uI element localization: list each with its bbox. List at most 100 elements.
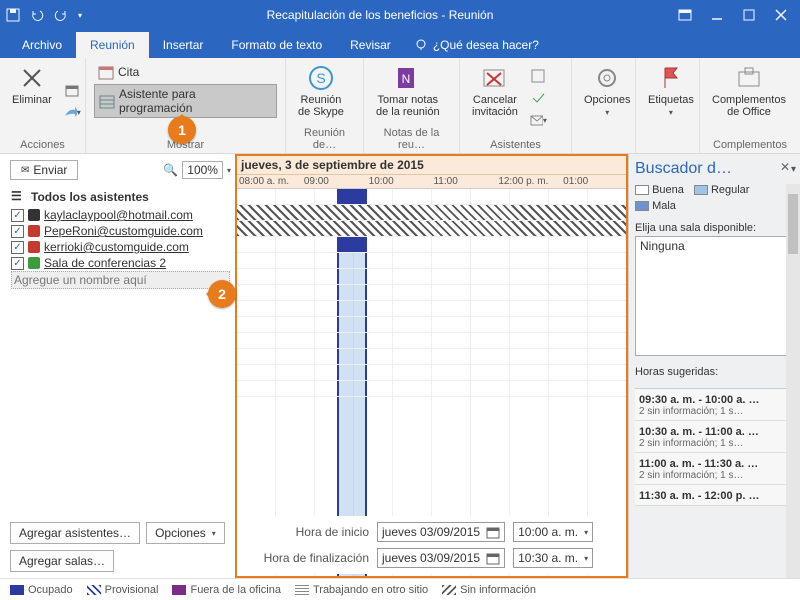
delete-button[interactable]: Eliminar [8,62,56,108]
tell-me[interactable]: ¿Qué desea hacer? [405,32,549,58]
presence-icon [28,209,40,221]
zoom-value[interactable]: 100% [182,161,223,179]
close-panel-icon[interactable]: ✕ [780,160,794,174]
schedule-date-header: jueves, 3 de septiembre de 2015 [237,156,626,175]
addins-icon [735,64,763,92]
redo-icon[interactable] [54,8,68,22]
svg-text:N: N [401,72,410,86]
checkbox-icon[interactable]: ✓ [11,257,24,270]
checkbox-icon[interactable]: ✓ [11,241,24,254]
attendee-panel: ✉ Enviar 🔍 100% ▾ ☰ Todos los asistentes… [0,154,235,578]
attendee-row[interactable]: ✓ PepeRoni@customguide.com [11,223,230,239]
calendar-icon [98,64,114,80]
time-selector-area: Hora de inicio jueves 03/09/2015 10:00 a… [245,516,622,574]
tab-reunion[interactable]: Reunión [76,32,149,58]
room-list[interactable]: Ninguna [635,236,796,356]
options-button[interactable]: Opciones▾ [580,62,634,119]
scheduling-icon [99,93,115,109]
schedule-grid: jueves, 3 de septiembre de 2015 08:00 a.… [235,154,628,578]
svg-text:S: S [316,70,325,86]
end-time-input[interactable]: 10:30 a. m.▾ [513,548,593,568]
suggested-times-label: Horas sugeridas: [635,364,796,380]
end-date-input[interactable]: jueves 03/09/2015 [377,548,505,568]
undo-icon[interactable] [30,8,44,22]
onenote-icon: N [394,64,422,92]
suggested-time[interactable]: 10:30 a. m. - 11:00 a. …2 sin informació… [635,421,796,453]
choose-room-label: Elija una sala disponible: [635,220,796,236]
window-title: Recapitulación de los beneficios - Reuni… [82,8,678,22]
skype-icon: S [307,64,335,92]
flag-icon [657,64,685,92]
start-date-input[interactable]: jueves 03/09/2015 [377,522,505,542]
ribbon: Eliminar ▾ Acciones Cita Asistente para … [0,58,800,154]
room-finder-panel: ✕ Buscador d…▾ Buena Regular Mala Elija … [628,154,800,578]
checkbox-icon[interactable]: ✓ [11,209,24,222]
presence-icon [28,225,40,237]
save-icon[interactable] [6,8,20,22]
close-icon[interactable] [774,8,788,22]
tab-formato[interactable]: Formato de texto [217,32,336,58]
scrollbar[interactable] [786,184,800,578]
search-icon[interactable]: 🔍 [163,163,178,177]
start-time-input[interactable]: 10:00 a. m.▾ [513,522,593,542]
content-area: ✉ Enviar 🔍 100% ▾ ☰ Todos los asistentes… [0,154,800,578]
ribbon-display-icon[interactable] [678,8,692,22]
callout-1: 1 [168,116,196,144]
onenote-button[interactable]: N Tomar notas de la reunión [372,62,444,120]
list-icon[interactable]: ☰ [11,189,27,205]
check-names-icon[interactable] [528,88,548,108]
attendee-row[interactable]: ✓ kerrioki@customguide.com [11,239,230,255]
suggested-times-list: 09:30 a. m. - 10:00 a. …2 sin informació… [635,388,796,506]
add-rooms-button[interactable]: Agregar salas… [10,550,114,572]
tab-archivo[interactable]: Archivo [8,32,76,58]
group-label-onenote: Notas de la reu… [372,125,451,151]
add-attendees-button[interactable]: Agregar asistentes… [10,522,140,544]
tags-button[interactable]: Etiquetas▾ [644,62,698,119]
calendar-icon [486,551,500,565]
title-bar: ▾ Recapitulación de los beneficios - Reu… [0,0,800,30]
group-label-asistentes: Asistentes [468,137,563,151]
forward-mini-icon[interactable]: ▾ [62,102,82,122]
room-legend: Buena Regular Mala [635,180,796,220]
attendee-header: Todos los asistentes [31,190,149,204]
tell-me-label: ¿Qué desea hacer? [433,38,539,52]
attendee-list: ☰ Todos los asistentes ✓ kaylaclaypool@h… [10,186,231,290]
cancel-invitation-button[interactable]: Cancelar invitación [468,62,522,120]
group-label-skype: Reunión de… [294,125,355,151]
address-book-icon[interactable] [528,66,548,86]
cancel-icon [481,64,509,92]
legend-footer: Ocupado Provisional Fuera de la oficina … [0,578,800,600]
options-dropdown-button[interactable]: Opciones▾ [146,522,225,544]
delete-icon [18,64,46,92]
minimize-icon[interactable] [710,8,724,22]
start-time-label: Hora de inicio [249,525,369,539]
attendee-row[interactable]: ✓ Sala de conferencias 2 [11,255,230,271]
group-label-addins: Complementos [708,137,792,151]
calendar-mini-icon[interactable] [62,80,82,100]
suggested-time[interactable]: 11:30 a. m. - 12:00 p. … [635,485,796,506]
tab-insertar[interactable]: Insertar [149,32,218,58]
maximize-icon[interactable] [742,8,756,22]
time-ruler: 08:00 a. m. 09:00 10:00 11:00 12:00 p. m… [237,175,626,189]
end-time-label: Hora de finalización [249,551,369,565]
ribbon-tabs: Archivo Reunión Insertar Formato de text… [0,30,800,58]
suggested-time[interactable]: 11:00 a. m. - 11:30 a. …2 sin informació… [635,453,796,485]
bulb-icon [415,39,427,51]
presence-icon [28,241,40,253]
add-attendee-input[interactable]: Agregue un nombre aquí [11,271,230,289]
presence-icon [28,257,40,269]
cita-button[interactable]: Cita [94,62,277,82]
attendee-row[interactable]: ✓ kaylaclaypool@hotmail.com [11,207,230,223]
office-addins-button[interactable]: Complementos de Office [708,62,790,120]
callout-2: 2 [208,280,236,308]
suggested-time[interactable]: 09:30 a. m. - 10:00 a. …2 sin informació… [635,389,796,421]
tab-revisar[interactable]: Revisar [336,32,405,58]
response-options-icon[interactable]: ▾ [528,110,548,130]
send-button[interactable]: ✉ Enviar [10,160,78,180]
skype-meeting-button[interactable]: S Reunión de Skype [294,62,348,120]
room-finder-title: Buscador d…▾ [635,158,796,180]
group-label-acciones: Acciones [8,137,77,151]
gear-icon [593,64,621,92]
calendar-icon [486,525,500,539]
checkbox-icon[interactable]: ✓ [11,225,24,238]
